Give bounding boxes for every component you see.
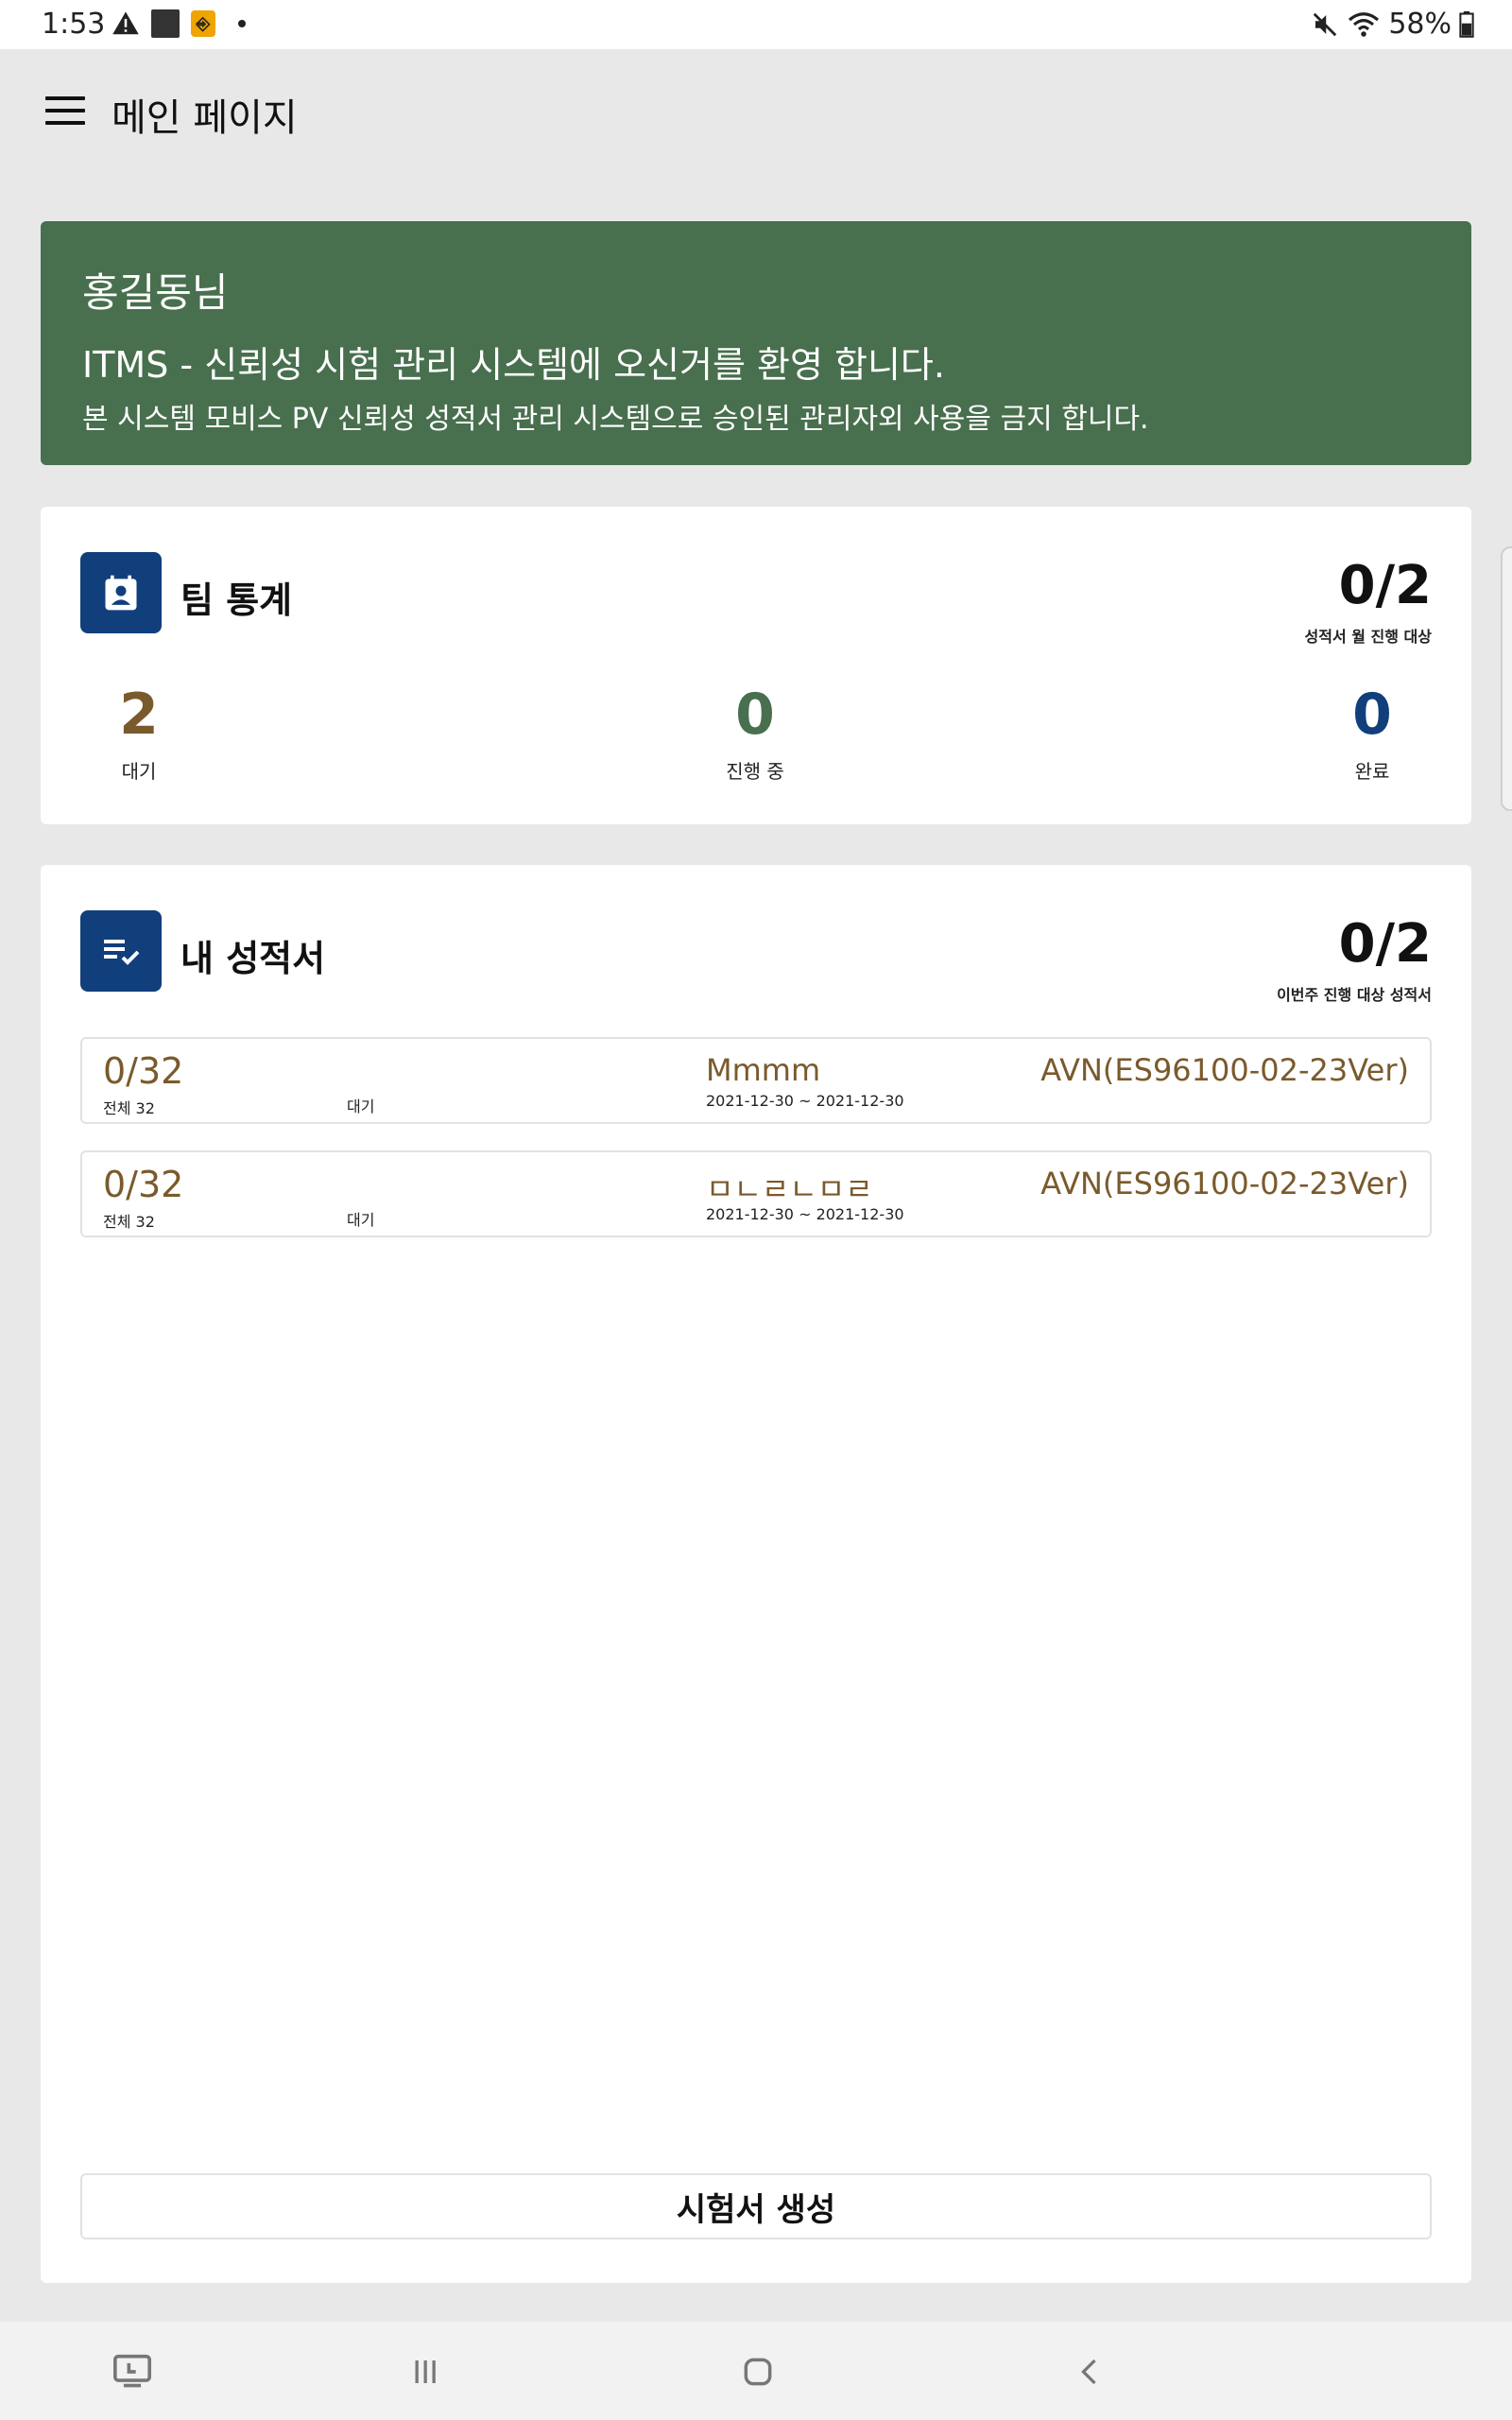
screenshot-icon[interactable] [104,2348,161,2395]
calendar-user-icon [80,552,162,633]
report-name: ㅁㄴㄹㄴㅁㄹ [706,1171,873,1207]
checklist-icon [80,910,162,992]
my-reports-title: 내 성적서 [180,938,326,979]
stat-complete: 0 완료 [1278,686,1467,784]
team-stats-card: 팀 통계 0/2 성적서 월 진행 대상 2 대기 0 진행 중 0 완료 [41,507,1471,824]
report-status: 대기 [347,1211,375,1229]
recent-apps-icon[interactable] [397,2348,454,2395]
team-kpi-label: 성적서 월 진행 대상 [1304,628,1432,646]
report-dates: 2021-12-30 ~ 2021-12-30 [706,1205,904,1223]
system-nav-bar [0,2322,1512,2420]
app-badge-icon: ⎆ [191,10,215,37]
team-stats-title: 팀 통계 [180,579,293,621]
report-item[interactable]: 0/32 전체 32 대기 Mmmm 2021-12-30 ~ 2021-12-… [80,1037,1432,1124]
report-total: 전체 32 [103,1099,155,1117]
report-name: Mmmm [706,1052,821,1088]
report-item[interactable]: 0/32 전체 32 대기 ㅁㄴㄹㄴㅁㄹ 2021-12-30 ~ 2021-1… [80,1150,1432,1237]
my-reports-kpi: 0/2 이번주 진행 대상 성적서 [1277,918,1432,1005]
stat-complete-label: 완료 [1354,760,1390,783]
stat-in-progress-label: 진행 중 [726,760,784,783]
more-notifications-icon [238,20,246,27]
my-kpi-value: 0/2 [1338,913,1432,975]
report-progress: 0/32 [103,1164,184,1205]
app-bar: 메인 페이지 [0,49,1512,172]
status-notification-icons: ⎆ [112,9,246,38]
welcome-notice: 본 시스템 모비스 PV 신뢰성 성적서 관리 시스템으로 승인된 관리자외 사… [82,403,1149,436]
battery-icon [1459,10,1474,38]
menu-button[interactable] [45,96,85,125]
home-icon[interactable] [730,2348,786,2395]
report-model: AVN(ES96100-02-23Ver) [1040,1166,1409,1201]
team-stats-kpi: 0/2 성적서 월 진행 대상 [1305,560,1432,647]
status-time: 1:53 [42,8,106,41]
stat-in-progress: 0 진행 중 [661,686,850,784]
warning-icon [112,11,139,35]
stat-complete-value: 0 [1352,682,1392,748]
status-system-icons: 58% [1311,8,1474,41]
stat-waiting-label: 대기 [121,760,157,783]
battery-percent: 58% [1388,8,1452,41]
page-title: 메인 페이지 [112,96,298,140]
wifi-icon [1349,11,1380,37]
my-kpi-label: 이번주 진행 대상 성적서 [1277,986,1432,1004]
stat-waiting: 2 대기 [44,686,233,784]
report-progress: 0/32 [103,1050,184,1092]
report-model: AVN(ES96100-02-23Ver) [1040,1052,1409,1088]
my-reports-card: 내 성적서 0/2 이번주 진행 대상 성적서 0/32 전체 32 대기 Mm… [41,865,1471,2283]
create-test-report-button[interactable]: 시험서 생성 [80,2173,1432,2239]
mute-icon [1314,12,1337,36]
report-status: 대기 [347,1098,375,1115]
app-notification-icon [151,9,180,38]
report-dates: 2021-12-30 ~ 2021-12-30 [706,1092,904,1110]
edge-panel-handle[interactable] [1501,546,1512,811]
back-icon[interactable] [1062,2348,1119,2395]
stat-waiting-value: 2 [119,682,159,748]
report-total: 전체 32 [103,1213,155,1231]
welcome-user-name: 홍길동님 [82,269,229,316]
stat-in-progress-value: 0 [735,682,775,748]
hamburger-icon [45,96,85,100]
hamburger-line [45,109,85,112]
status-bar: 1:53 ⎆ 58% [0,0,1512,49]
hamburger-line [45,121,85,125]
welcome-message: ITMS - 신뢰성 시험 관리 시스템에 오신거를 환영 합니다. [82,344,945,386]
welcome-banner: 홍길동님 ITMS - 신뢰성 시험 관리 시스템에 오신거를 환영 합니다. … [41,221,1471,465]
team-kpi-value: 0/2 [1338,555,1432,616]
